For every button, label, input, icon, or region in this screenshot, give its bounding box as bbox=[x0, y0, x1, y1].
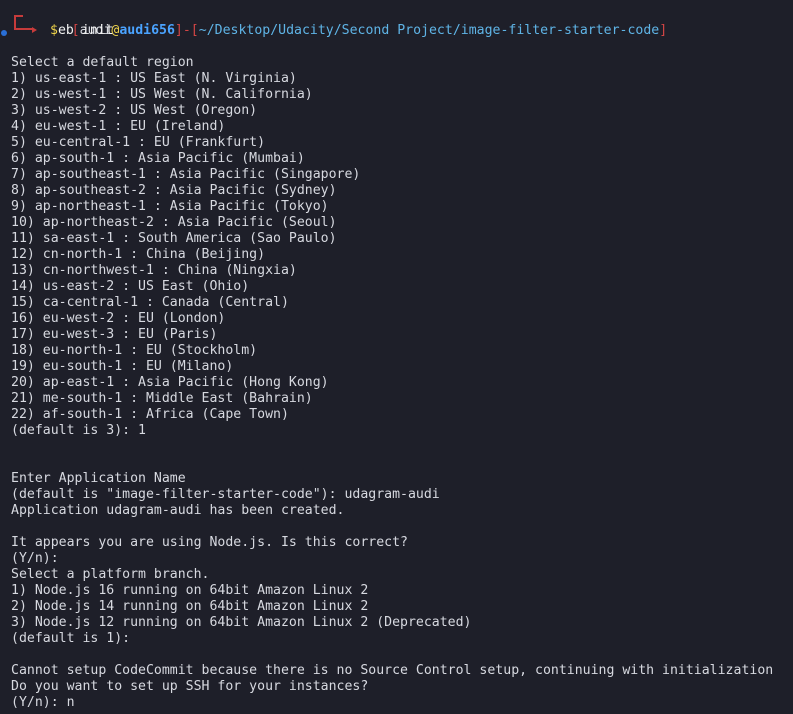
prompt-status-dot-icon bbox=[1, 30, 7, 36]
terminal-window[interactable]: [audi@audi656]-[~/Desktop/Udacity/Second… bbox=[0, 7, 793, 711]
output-line: 12) cn-north-1 : China (Beijing) bbox=[11, 247, 266, 262]
output-line: 20) ap-east-1 : Asia Pacific (Hong Kong) bbox=[11, 375, 329, 390]
output-line: (Y/n): bbox=[11, 551, 59, 566]
output-line: 9) ap-northeast-1 : Asia Pacific (Tokyo) bbox=[11, 199, 329, 214]
output-line: 7) ap-southeast-1 : Asia Pacific (Singap… bbox=[11, 167, 361, 182]
command-line[interactable]: $eb init bbox=[0, 21, 793, 39]
output-line: 3) Node.js 12 running on 64bit Amazon Li… bbox=[11, 615, 472, 630]
command-text: $eb init bbox=[50, 23, 114, 39]
prompt-arrow-icon bbox=[32, 27, 37, 33]
output-line: Cannot setup CodeCommit because there is… bbox=[11, 663, 774, 678]
output-line: 21) me-south-1 : Middle East (Bahrain) bbox=[11, 391, 313, 406]
output-line: 1) Node.js 16 running on 64bit Amazon Li… bbox=[11, 583, 369, 598]
output-line: 4) eu-west-1 : EU (Ireland) bbox=[11, 119, 226, 134]
output-line: Select a platform branch. bbox=[11, 567, 210, 582]
output-line: Application udagram-audi has been create… bbox=[11, 503, 345, 518]
output-line: (Y/n): n bbox=[11, 695, 75, 710]
output-line: (default is "image-filter-starter-code")… bbox=[11, 487, 440, 502]
terminal-output: Select a default region 1) us-east-1 : US… bbox=[0, 39, 793, 711]
output-line: 18) eu-north-1 : EU (Stockholm) bbox=[11, 343, 258, 358]
output-line: (default is 3): 1 bbox=[11, 423, 146, 438]
output-line: 19) eu-south-1 : EU (Milano) bbox=[11, 359, 234, 374]
output-line: 16) eu-west-2 : EU (London) bbox=[11, 311, 226, 326]
output-line: Select a default region bbox=[11, 55, 194, 70]
output-line: 1) us-east-1 : US East (N. Virginia) bbox=[11, 71, 297, 86]
output-line: 15) ca-central-1 : Canada (Central) bbox=[11, 295, 289, 310]
output-line: 22) af-south-1 : Africa (Cape Town) bbox=[11, 407, 289, 422]
prompt-symbol: $ bbox=[50, 23, 58, 38]
output-line: (default is 1): bbox=[11, 631, 131, 646]
output-line: 2) us-west-1 : US West (N. California) bbox=[11, 87, 313, 102]
output-line: 8) ap-southeast-2 : Asia Pacific (Sydney… bbox=[11, 183, 337, 198]
output-line: 3) us-west-2 : US West (Oregon) bbox=[11, 103, 258, 118]
prompt-corner-bottom-icon bbox=[14, 21, 34, 30]
output-line: 6) ap-south-1 : Asia Pacific (Mumbai) bbox=[11, 151, 305, 166]
output-line: 17) eu-west-3 : EU (Paris) bbox=[11, 327, 218, 342]
output-line: 11) sa-east-1 : South America (Sao Paulo… bbox=[11, 231, 337, 246]
output-line: Enter Application Name bbox=[11, 471, 186, 486]
output-line: 14) us-east-2 : US East (Ohio) bbox=[11, 279, 250, 294]
output-line: 10) ap-northeast-2 : Asia Pacific (Seoul… bbox=[11, 215, 337, 230]
output-line: 2) Node.js 14 running on 64bit Amazon Li… bbox=[11, 599, 369, 614]
output-line: Do you want to set up SSH for your insta… bbox=[11, 679, 369, 694]
prompt-header: [audi@audi656]-[~/Desktop/Udacity/Second… bbox=[0, 7, 793, 38]
command-input[interactable]: eb init bbox=[58, 23, 114, 38]
output-line: It appears you are using Node.js. Is thi… bbox=[11, 535, 408, 550]
output-line: 5) eu-central-1 : EU (Frankfurt) bbox=[11, 135, 266, 150]
output-line: 13) cn-northwest-1 : China (Ningxia) bbox=[11, 263, 297, 278]
